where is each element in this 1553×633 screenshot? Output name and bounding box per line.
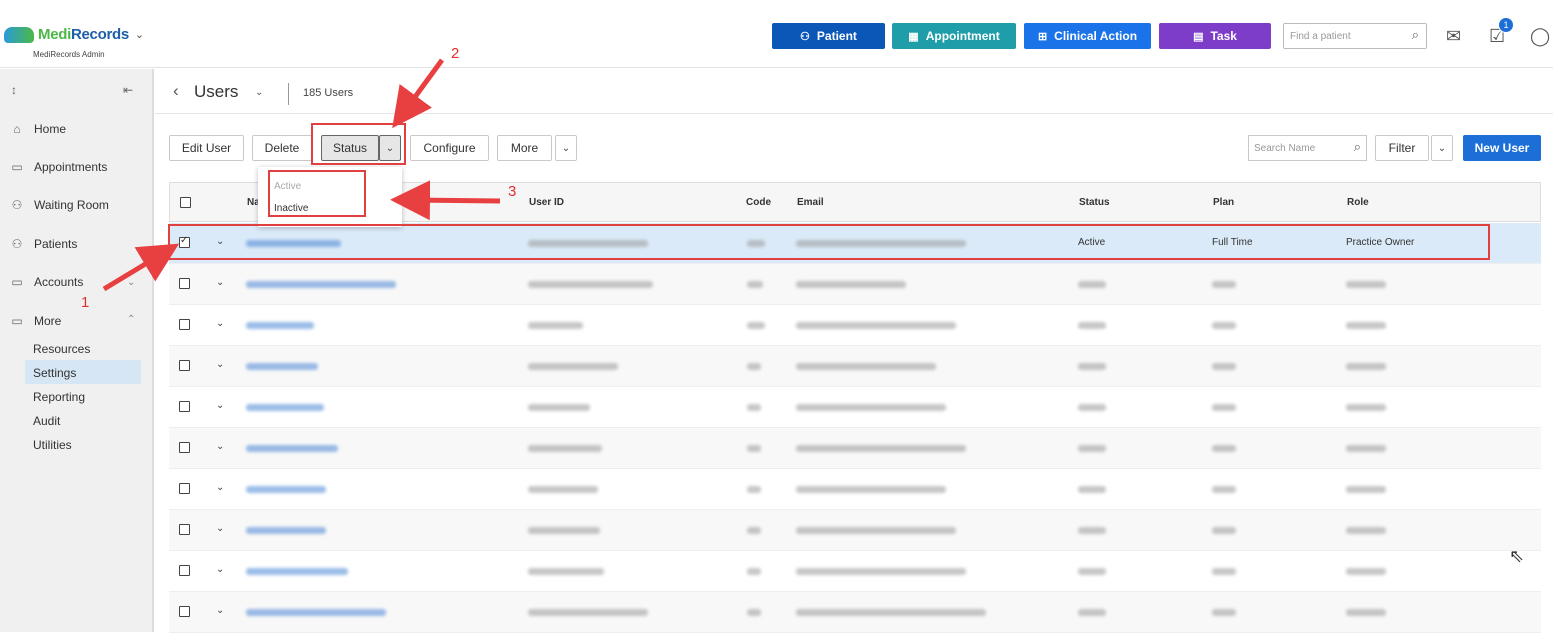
annotation-number-3: 3 <box>508 183 517 200</box>
annotation-number-1: 1 <box>81 294 90 311</box>
annotation-arrows <box>102 58 501 292</box>
annotation-number-2: 2 <box>451 45 460 62</box>
mouse-cursor-icon: ⇖ <box>1509 546 1525 566</box>
